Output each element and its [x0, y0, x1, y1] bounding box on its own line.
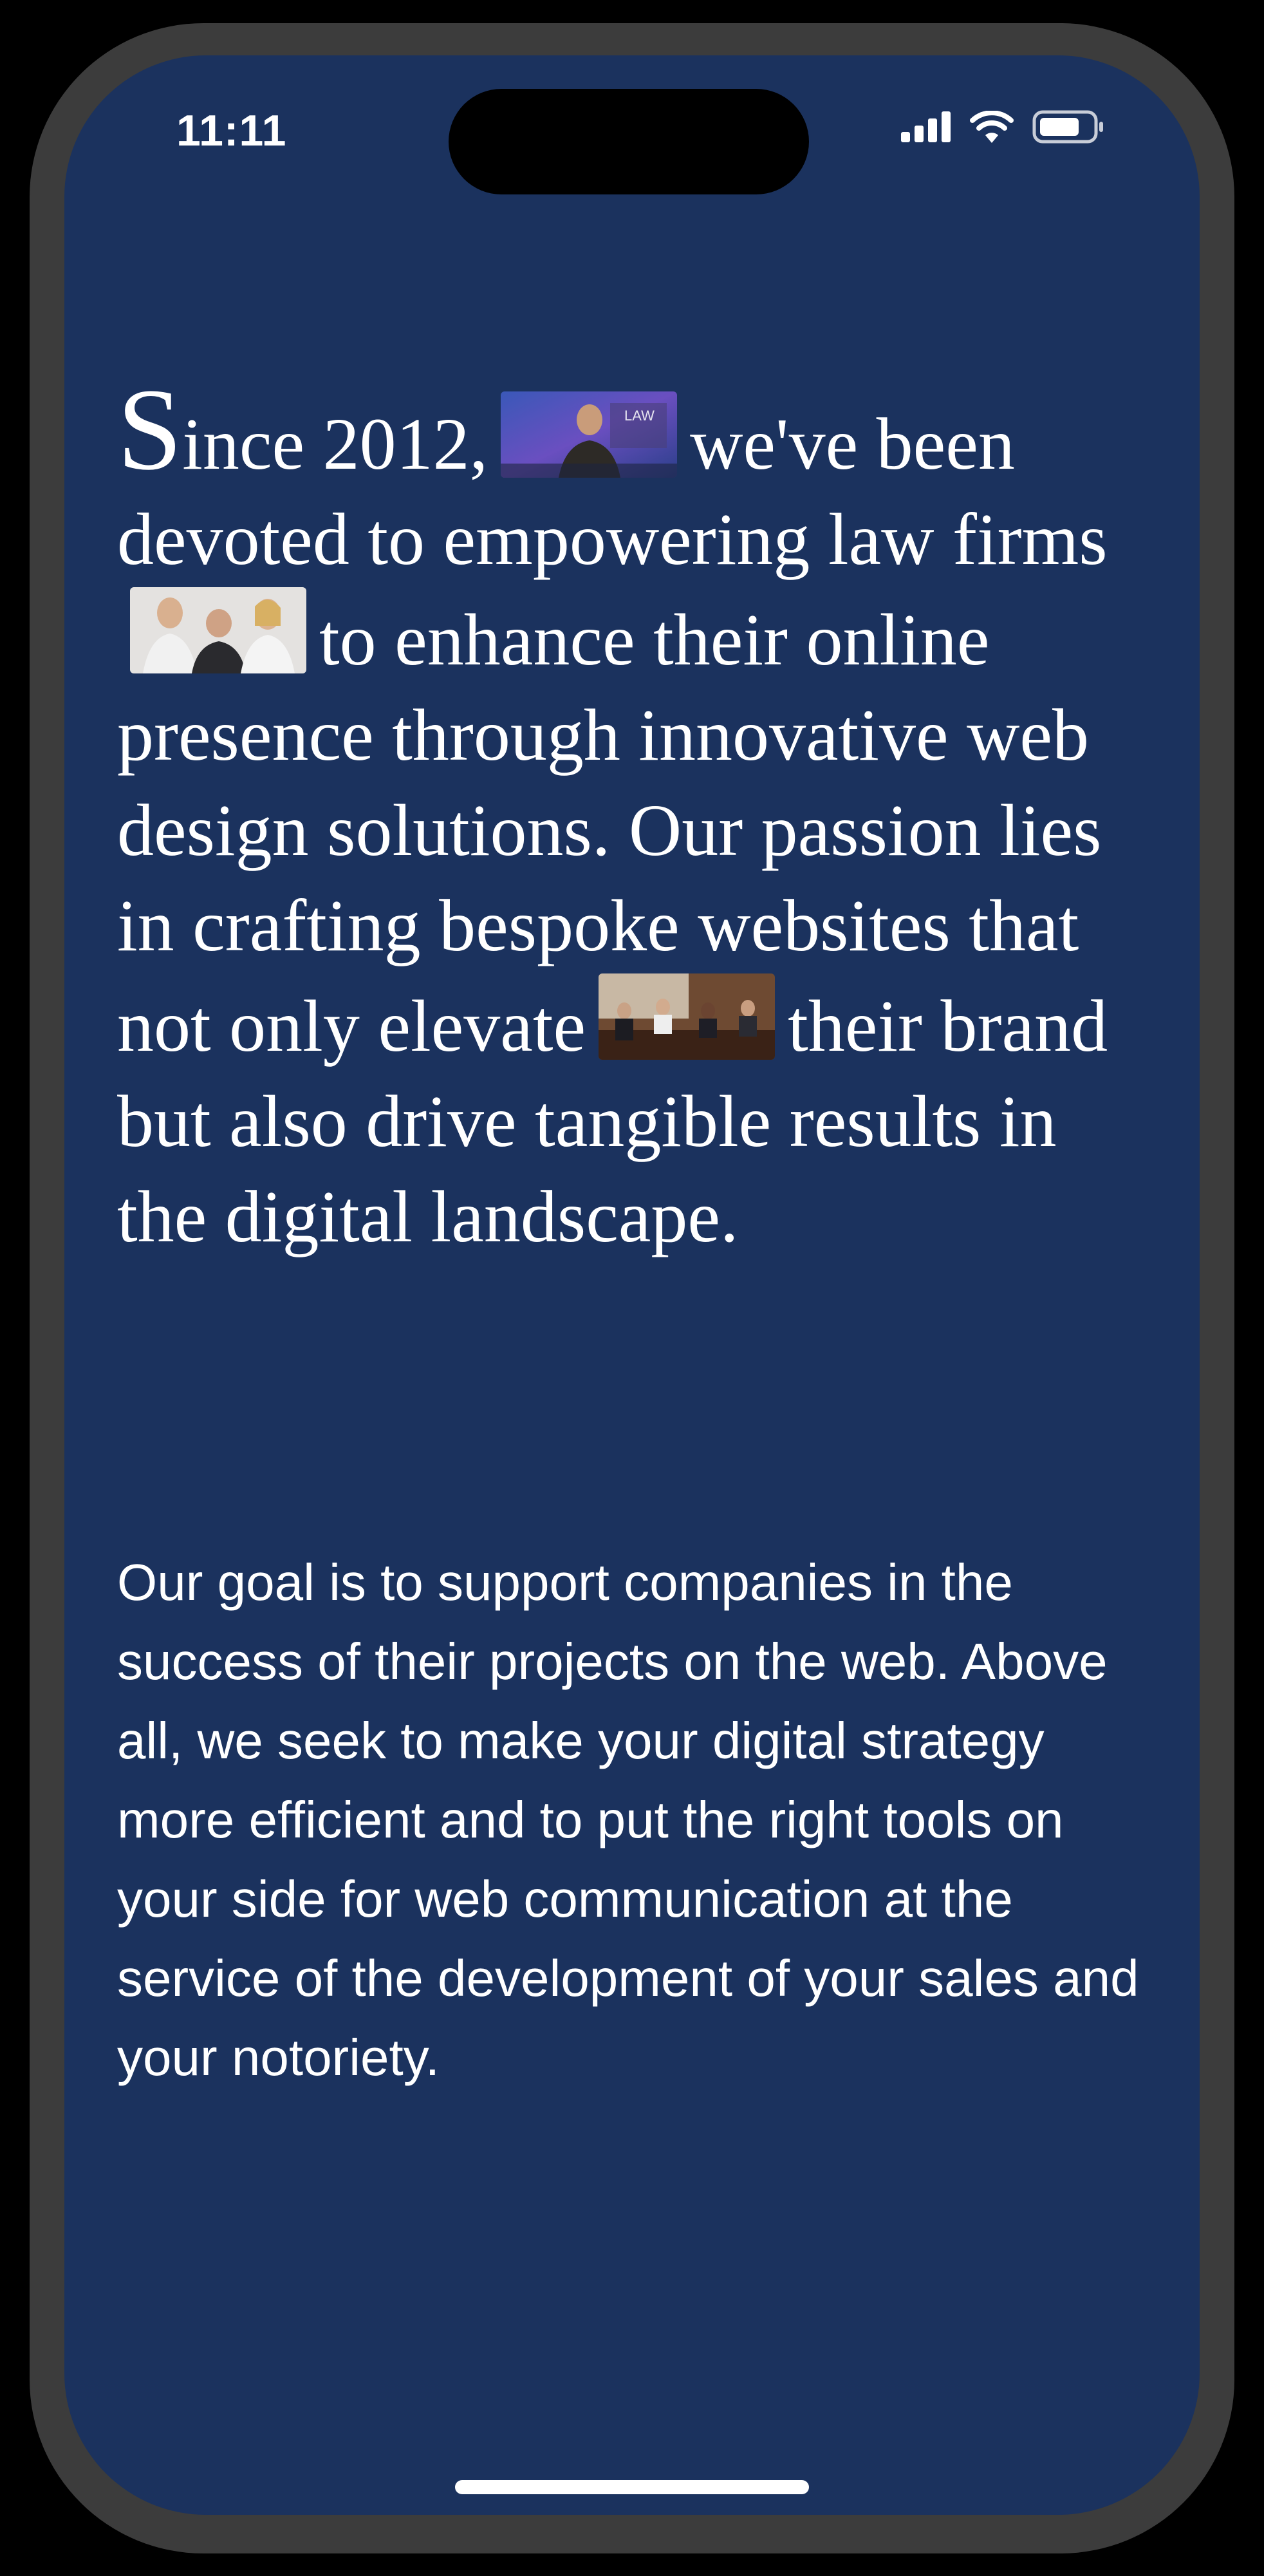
status-icons [901, 109, 1104, 147]
hero-paragraph: Since 2012, LAW we've been devoted to em… [117, 371, 1147, 1264]
svg-text:LAW: LAW [624, 408, 655, 424]
meeting-photo [599, 973, 776, 1060]
lawyer-summit-photo: LAW [501, 391, 678, 478]
phone-screen: 11:11 Since 2012, LAW we've been devoted… [64, 55, 1200, 2515]
wifi-icon [969, 109, 1014, 146]
body-paragraph: Our goal is to support companies in the … [117, 1554, 1139, 2086]
home-indicator[interactable] [455, 2480, 809, 2494]
dynamic-island [449, 89, 809, 194]
signal-icon [901, 111, 951, 146]
drop-cap: S [117, 365, 183, 494]
status-time: 11:11 [176, 106, 287, 155]
status-bar: 11:11 [64, 55, 1200, 210]
law-team-photo [130, 587, 306, 673]
battery-icon [1032, 110, 1104, 147]
hero-text-part1: ince 2012, [182, 403, 488, 485]
